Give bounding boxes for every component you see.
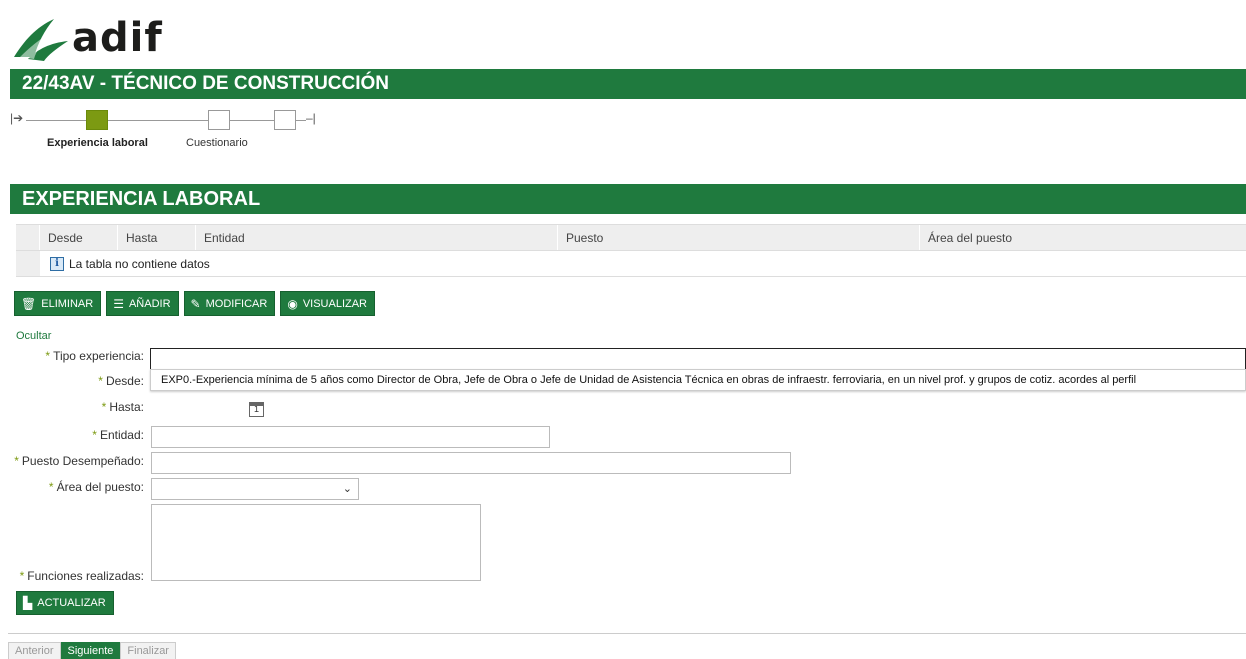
section-title: EXPERIENCIA LABORAL: [10, 184, 1246, 214]
step-label-experiencia: Experiencia laboral: [47, 137, 148, 149]
finish-button[interactable]: Finalizar: [120, 642, 176, 659]
stepper-line: [26, 120, 86, 121]
puesto-desempenado-input[interactable]: [151, 452, 791, 474]
wizard-navigation: Anterior Siguiente Finalizar: [8, 642, 176, 659]
row-select-cell: [16, 251, 40, 276]
column-puesto[interactable]: Puesto: [558, 225, 920, 250]
tipo-experiencia-input[interactable]: [150, 348, 1246, 370]
column-area-puesto[interactable]: Área del puesto: [920, 225, 1246, 250]
table-row: i La tabla no contiene datos: [16, 251, 1246, 277]
entidad-input[interactable]: [151, 426, 550, 448]
add-list-icon: ☰: [113, 296, 124, 311]
column-hasta[interactable]: Hasta: [118, 225, 196, 250]
funciones-realizadas-label: * Funciones realizadas:: [19, 569, 144, 583]
previous-button[interactable]: Anterior: [8, 642, 61, 659]
edit-button-label: MODIFICAR: [205, 297, 268, 310]
update-button-label: ACTUALIZAR: [37, 597, 106, 609]
view-button-label: VISUALIZAR: [302, 297, 367, 310]
wizard-stepper: |➔ –| Experiencia laboral Cuestionario: [10, 105, 340, 155]
step-cuestionario[interactable]: [208, 110, 230, 130]
footer-divider: [8, 633, 1246, 634]
funciones-realizadas-textarea[interactable]: [151, 504, 481, 581]
step-experiencia-laboral[interactable]: [86, 110, 108, 130]
page-title: 22/43AV - TÉCNICO DE CONSTRUCCIÓN: [10, 69, 1246, 99]
hide-form-link[interactable]: Ocultar: [16, 330, 51, 342]
info-icon: i: [50, 256, 64, 271]
trash-icon: 🗑: [21, 296, 37, 311]
view-button[interactable]: ◉ VISUALIZAR: [280, 291, 375, 316]
table-header: Desde Hasta Entidad Puesto Área del pues…: [16, 225, 1246, 251]
column-entidad[interactable]: Entidad: [196, 225, 558, 250]
save-icon: ▙: [23, 596, 33, 610]
chevron-down-icon: ⌄: [342, 483, 352, 495]
stepper-line: [230, 120, 274, 121]
desde-label: * Desde:: [98, 374, 144, 388]
update-button[interactable]: ▙ ACTUALIZAR: [16, 591, 114, 615]
stepper-line: [296, 120, 306, 121]
experience-table: Desde Hasta Entidad Puesto Área del pues…: [16, 224, 1246, 277]
stepper-line: [108, 120, 208, 121]
delete-button[interactable]: 🗑 ELIMINAR: [14, 291, 102, 316]
select-all-cell[interactable]: [16, 225, 40, 250]
hasta-input[interactable]: [151, 399, 246, 421]
add-button-label: AÑADIR: [128, 297, 171, 310]
area-puesto-select[interactable]: ⌄: [151, 478, 359, 500]
area-puesto-label: * Área del puesto:: [48, 480, 144, 494]
next-button[interactable]: Siguiente: [60, 642, 121, 659]
pencil-icon: ✎: [190, 296, 201, 311]
add-button[interactable]: ☰ AÑADIR: [106, 291, 179, 316]
empty-table-message: i La tabla no contiene datos: [40, 251, 210, 276]
entidad-label: * Entidad:: [92, 428, 144, 442]
adif-logo-text: adif: [72, 15, 163, 61]
tipo-experiencia-option[interactable]: EXP0.-Experiencia mínima de 5 años como …: [150, 369, 1246, 391]
hasta-label: * Hasta:: [101, 400, 144, 414]
first-step-icon[interactable]: |➔: [10, 111, 23, 125]
delete-button-label: ELIMINAR: [41, 297, 94, 310]
step-label-cuestionario: Cuestionario: [186, 137, 248, 149]
last-step-icon[interactable]: –|: [306, 111, 316, 125]
table-toolbar: 🗑 ELIMINAR ☰ AÑADIR ✎ MODIFICAR ◉ VISUAL…: [14, 291, 375, 316]
tipo-experiencia-label: * Tipo experiencia:: [45, 349, 144, 363]
column-desde[interactable]: Desde: [40, 225, 118, 250]
step-finalizar[interactable]: [274, 110, 296, 130]
empty-message-text: La tabla no contiene datos: [69, 256, 210, 271]
puesto-desempenado-label: * Puesto Desempeñado:: [14, 454, 144, 468]
edit-button[interactable]: ✎ MODIFICAR: [183, 291, 276, 316]
view-icon: ◉: [287, 296, 298, 311]
calendar-icon[interactable]: 1: [249, 402, 264, 417]
adif-logo-icon: [14, 19, 68, 61]
adif-logo: adif: [10, 10, 163, 66]
